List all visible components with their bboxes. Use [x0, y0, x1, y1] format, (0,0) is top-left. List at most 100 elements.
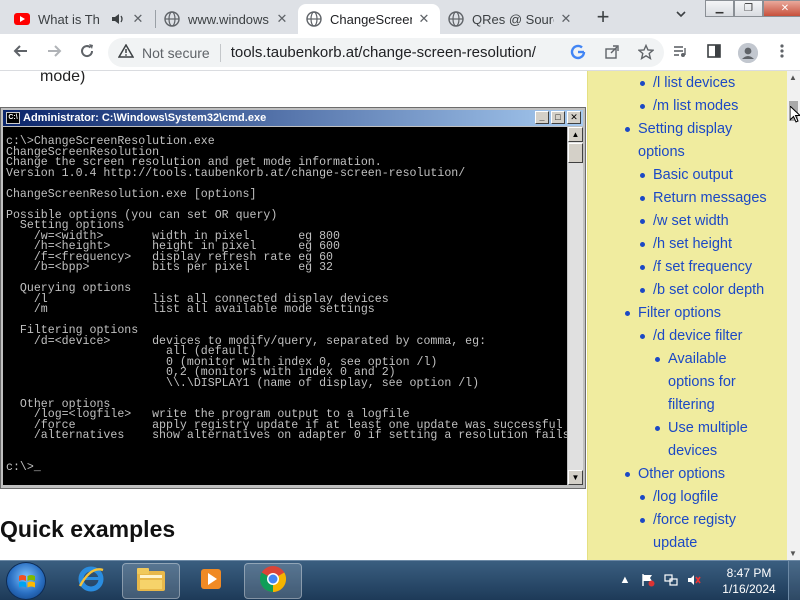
share-icon[interactable]: [604, 44, 620, 60]
scroll-down-icon[interactable]: ▼: [789, 549, 797, 558]
toc-link[interactable]: /log logfile: [640, 486, 718, 509]
toc-link-text[interactable]: Setting display: [638, 121, 732, 137]
bookmark-star-icon[interactable]: [637, 43, 655, 60]
minimize-icon[interactable]: ▁: [705, 0, 734, 17]
console-text: c:\>ChangeScreenResolution.exe ChangeScre…: [6, 136, 570, 473]
scroll-up-icon[interactable]: ▲: [789, 73, 797, 82]
show-desktop-button[interactable]: [788, 561, 800, 600]
toc-link-text[interactable]: /m list modes: [653, 98, 738, 114]
globe-icon: [448, 11, 464, 27]
bullet-icon: [640, 219, 645, 224]
new-tab-button[interactable]: +: [590, 6, 616, 30]
toc-link-text[interactable]: Basic output: [653, 167, 733, 183]
tab-qres[interactable]: QRes @ Source ✕: [440, 4, 582, 34]
profile-avatar-icon[interactable]: [738, 43, 758, 63]
toc-link[interactable]: filtering: [668, 394, 715, 417]
taskbar-clock[interactable]: 8:47 PM 1/16/2024: [716, 565, 782, 597]
action-center-flag-icon[interactable]: [641, 573, 655, 587]
toc-link[interactable]: /f set frequency: [640, 256, 752, 279]
toc-link[interactable]: options: [638, 141, 685, 164]
taskbar-button-file-explorer[interactable]: [122, 563, 180, 599]
toc-link[interactable]: Available: [655, 348, 727, 371]
close-tab-icon[interactable]: ✕: [130, 11, 146, 27]
toc-link-text[interactable]: /force registy: [653, 512, 736, 528]
toc-link[interactable]: /d device filter: [640, 325, 742, 348]
toc-link[interactable]: Use multiple: [655, 417, 748, 440]
toc-link[interactable]: Basic output: [640, 164, 733, 187]
toc-link[interactable]: options for: [668, 371, 736, 394]
console-titlebar: C:\ Administrator: C:\Windows\System32\c…: [3, 110, 583, 126]
toc-link-text[interactable]: filtering: [668, 397, 715, 413]
not-secure-label[interactable]: Not secure: [142, 45, 210, 61]
clock-time: 8:47 PM: [726, 566, 772, 580]
toc-link[interactable]: /b set color depth: [640, 279, 764, 302]
bullet-icon: [640, 288, 645, 293]
chrome-icon: [258, 564, 288, 599]
close-tab-icon[interactable]: ✕: [416, 11, 432, 27]
chevron-down-icon[interactable]: [672, 8, 690, 26]
network-icon[interactable]: [664, 573, 678, 587]
toc-link[interactable]: /m list modes: [640, 95, 738, 118]
back-arrow-icon[interactable]: [10, 42, 32, 64]
cmd-app-icon: C:\: [6, 112, 20, 124]
toc-link[interactable]: /w set width: [640, 210, 729, 233]
toc-link[interactable]: /force registy: [640, 509, 736, 532]
bullet-icon: [640, 196, 645, 201]
toc-link[interactable]: devices: [668, 440, 717, 463]
toc-link[interactable]: Return messages: [640, 187, 767, 210]
toc-link[interactable]: Setting display: [625, 118, 732, 141]
toc-link[interactable]: Other options: [625, 463, 725, 486]
media-queue-icon[interactable]: [670, 43, 690, 63]
toc-link[interactable]: Filter options: [625, 302, 721, 325]
taskbar-button-media-player[interactable]: [182, 563, 240, 599]
toc-link[interactable]: update: [653, 532, 697, 555]
table-of-contents: /l list devices/m list modes Setting disp…: [587, 71, 787, 560]
toc-link[interactable]: /l list devices: [640, 72, 735, 95]
close-tab-icon[interactable]: ✕: [558, 11, 574, 27]
close-window-icon[interactable]: ✕: [763, 0, 800, 17]
close-tab-icon[interactable]: ✕: [274, 11, 290, 27]
toc-link-text[interactable]: options for: [668, 374, 736, 390]
toc-link-text[interactable]: /f set frequency: [653, 259, 752, 275]
start-button[interactable]: [6, 562, 46, 600]
restore-icon[interactable]: ❐: [734, 0, 763, 17]
tab-youtube[interactable]: What is Th ✕: [6, 4, 154, 34]
toc-link-text[interactable]: /b set color depth: [653, 282, 764, 298]
toc-link-text[interactable]: Use multiple: [668, 420, 748, 436]
toc-link-text[interactable]: /l list devices: [653, 75, 735, 91]
toc-link-text[interactable]: Filter options: [638, 305, 721, 321]
toc-link-text[interactable]: devices: [668, 443, 717, 459]
page-scrollbar[interactable]: ▲ ▼: [787, 71, 800, 560]
toc-link-text[interactable]: Available: [668, 351, 727, 367]
address-bar[interactable]: Not secure: [108, 38, 664, 67]
speaker-icon[interactable]: [110, 11, 126, 27]
toc-link-text[interactable]: /log logfile: [653, 489, 718, 505]
toc-link-text[interactable]: Other options: [638, 466, 725, 482]
toc-link[interactable]: /h set height: [640, 233, 732, 256]
console-minimize-icon: _: [535, 111, 549, 124]
taskbar-button-internet-explorer[interactable]: [62, 563, 120, 599]
taskbar-button-chrome[interactable]: [244, 563, 302, 599]
toc-link-text[interactable]: /w set width: [653, 213, 729, 229]
tray-expand-icon[interactable]: ▲: [618, 573, 632, 587]
kebab-menu-icon[interactable]: [772, 43, 792, 63]
url-input[interactable]: [230, 44, 551, 61]
console-line: /alternatives show alternatives on adapt…: [6, 429, 570, 442]
toc-link-text[interactable]: /h set height: [653, 236, 732, 252]
toc-link-text[interactable]: Return messages: [653, 190, 767, 206]
reload-icon[interactable]: [76, 42, 98, 64]
side-panel-icon[interactable]: [704, 43, 724, 63]
forward-arrow-icon[interactable]: [43, 42, 65, 64]
google-lens-icon[interactable]: [570, 44, 586, 60]
bullet-icon: [640, 173, 645, 178]
toc-link-text[interactable]: /d device filter: [653, 328, 742, 344]
warning-triangle-icon[interactable]: [117, 43, 135, 61]
file-explorer-icon: [135, 565, 167, 598]
tab-windows[interactable]: www.windows ✕: [156, 4, 298, 34]
toc-link-text[interactable]: options: [638, 144, 685, 160]
system-tray: ▲: [618, 573, 701, 587]
tab-changescreen-active[interactable]: ChangeScreen ✕: [298, 4, 440, 34]
volume-muted-icon[interactable]: [687, 573, 701, 587]
toc-link-text[interactable]: update: [653, 535, 697, 551]
